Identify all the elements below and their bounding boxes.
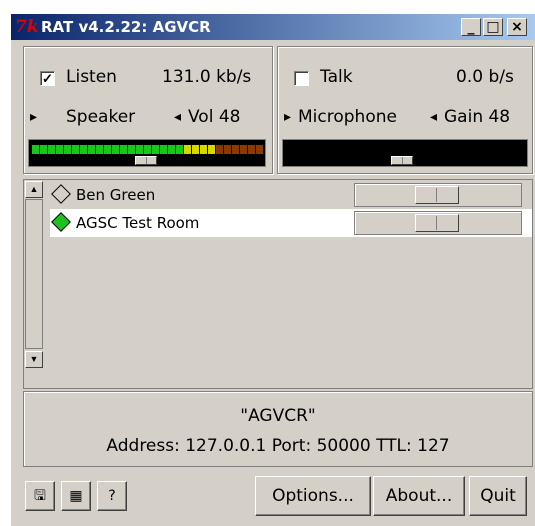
help-icon: ? [108,488,116,504]
title-bar[interactable]: 7k RAT v4.2.22: AGVCR _ □ × [11,14,535,40]
scroll-up-button[interactable]: ▲ [25,181,43,198]
options-button[interactable]: Options... [255,476,371,516]
meter-segment [256,145,263,154]
help-button[interactable]: ? [97,481,127,511]
session-address: Address: 127.0.0.1 Port: 50000 TTL: 127 [106,436,450,456]
meter-segment [232,145,239,154]
save-icon: 🖫 [34,488,46,504]
participant-volume-knob[interactable] [415,214,459,232]
maximize-button[interactable]: □ [483,18,503,36]
meter-segment [112,145,119,154]
meter-segment [184,145,191,154]
meter-segment [208,145,215,154]
talk-rate: 0.0 b/s [456,67,514,87]
meter-segment [248,145,255,154]
meter-segment [120,145,127,154]
gain-arrow-icon[interactable]: ◂ [430,107,437,127]
rat-window: 7k RAT v4.2.22: AGVCR _ □ × ✓ Listen 131… [11,14,535,526]
microphone-expand-arrow-icon[interactable]: ▸ [284,107,291,127]
listen-rate: 131.0 kb/s [162,67,252,87]
close-button[interactable]: × [507,18,527,36]
participant-status-icon [51,184,71,204]
participant-active-icon [51,212,71,232]
meter-segment [192,145,199,154]
meter-segment [216,145,223,154]
meter-segment [88,145,95,154]
speaker-device-label[interactable]: Speaker [66,107,135,127]
minimize-button[interactable]: _ [461,18,481,36]
meter-segment [152,145,159,154]
session-info: "AGVCR" Address: 127.0.0.1 Port: 50000 T… [23,391,533,467]
meter-segment [224,145,231,154]
meter-segment [56,145,63,154]
participant-row[interactable]: AGSC Test Room [50,209,532,237]
quit-button[interactable]: Quit [469,476,527,516]
participant-name: Ben Green [76,186,156,204]
participant-row[interactable]: Ben Green [50,181,532,209]
participant-volume-slider[interactable] [354,211,522,235]
talk-label: Talk [320,67,353,87]
about-button[interactable]: About... [373,476,465,516]
listen-panel: ✓ Listen 131.0 kb/s ▸ Speaker ◂ Vol 48 [23,46,273,174]
listen-label: Listen [66,67,117,87]
gain-label: Gain 48 [444,107,511,127]
meter-segment [80,145,87,154]
speaker-meter-bars [32,145,263,154]
microphone-level-meter [282,139,528,167]
meter-segment [136,145,143,154]
window-title: RAT v4.2.22: AGVCR [41,18,211,36]
grid-button[interactable]: ▦ [61,481,91,511]
meter-segment [32,145,39,154]
meter-segment [168,145,175,154]
rat-logo-icon: 7k [15,17,39,37]
volume-arrow-icon[interactable]: ◂ [174,107,181,127]
listen-checkbox[interactable]: ✓ [40,71,55,86]
meter-segment [176,145,183,154]
save-button[interactable]: 🖫 [25,481,55,511]
meter-segment [72,145,79,154]
scroll-track[interactable] [25,199,43,349]
meter-segment [64,145,71,154]
meter-segment [144,145,151,154]
participant-volume-slider[interactable] [354,183,522,207]
gain-slider-thumb[interactable] [391,156,413,165]
participant-list: ▲ ▼ Ben Green AGSC Test Room [23,179,533,389]
meter-segment [160,145,167,154]
grid-icon: ▦ [69,488,83,504]
session-name: "AGVCR" [240,406,316,426]
talk-checkbox[interactable] [294,71,309,86]
meter-segment [200,145,207,154]
meter-segment [96,145,103,154]
participant-volume-knob[interactable] [415,186,459,204]
speaker-level-meter [28,139,266,167]
volume-label: Vol 48 [188,107,241,127]
meter-segment [240,145,247,154]
scroll-down-button[interactable]: ▼ [25,351,43,368]
participant-name: AGSC Test Room [76,214,200,232]
meter-segment [128,145,135,154]
meter-segment [104,145,111,154]
meter-segment [40,145,47,154]
participant-scrollbar[interactable]: ▲ ▼ [24,180,46,388]
talk-panel: Talk 0.0 b/s ▸ Microphone ◂ Gain 48 [277,46,533,174]
volume-slider-thumb[interactable] [135,156,157,165]
speaker-expand-arrow-icon[interactable]: ▸ [30,107,37,127]
microphone-device-label[interactable]: Microphone [298,107,397,127]
meter-segment [48,145,55,154]
